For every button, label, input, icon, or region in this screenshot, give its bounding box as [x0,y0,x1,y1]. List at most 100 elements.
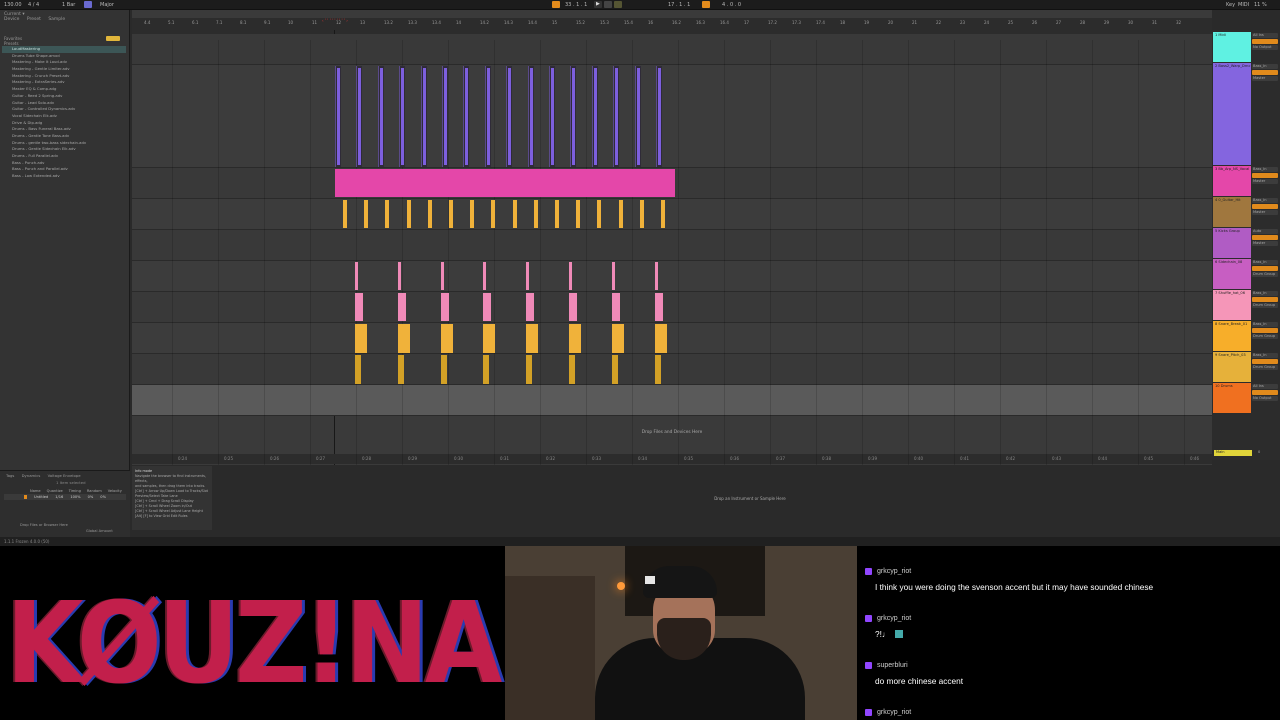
clip[interactable] [618,200,623,228]
clip[interactable] [483,355,490,384]
clip[interactable] [654,262,658,290]
track-activator-button[interactable] [1252,266,1278,271]
track-name[interactable]: 10 Drums [1215,384,1233,388]
arrangement-track-lane[interactable] [132,385,1212,416]
browser-item[interactable]: Mastering - Make It Loud.adv [2,59,126,66]
track-activator-button[interactable] [1252,328,1278,333]
browser-item[interactable]: Drums - Gentle Sidechain Elk.adv [2,146,126,153]
clip[interactable] [397,293,406,321]
chat-username[interactable]: superbluri [877,662,908,669]
clip[interactable] [597,200,602,228]
clip[interactable] [569,324,581,353]
midi-map-button[interactable]: MIDI [1238,2,1249,8]
input-type-selector[interactable]: Bass_In [1252,260,1278,265]
tab-voltage-envelope[interactable]: Voltage Envelope [48,473,81,478]
track-activator-button[interactable] [1252,297,1278,302]
chat-username[interactable]: grkcyp_riot [877,709,911,716]
clip[interactable] [440,293,449,321]
stop-button[interactable] [604,1,612,8]
track-name[interactable]: 4 0_Guitar_Hit [1215,198,1241,202]
arrangement-track-lane[interactable] [132,34,1212,65]
song-position[interactable]: 33 . 1 . 1 [565,2,587,8]
tab-tags[interactable]: Tags [6,473,14,478]
input-type-selector[interactable]: Bass_In [1252,64,1278,69]
track-header[interactable]: 7 Shuffle_hat_06 [1213,290,1251,320]
clip[interactable] [484,66,491,167]
clip[interactable] [533,200,538,228]
input-type-selector[interactable]: Bass_In [1252,198,1278,203]
clip[interactable] [654,355,661,384]
clip[interactable] [569,293,577,321]
clip[interactable] [555,200,559,228]
clip[interactable] [549,66,555,167]
output-type-selector[interactable]: Drum Group [1252,272,1278,277]
clip[interactable] [420,66,427,167]
clip[interactable] [397,355,404,384]
browser-item[interactable]: Drums Tube Shape.amxd [2,53,126,60]
arrangement-track-lane[interactable] [132,354,1212,385]
clip[interactable] [343,200,347,228]
groove-row-random[interactable]: 0% [88,495,94,499]
browser-item[interactable]: Drums - Full Parallel.adv [2,153,126,160]
clip[interactable] [483,324,496,353]
track-name[interactable]: 1 Midi [1215,33,1226,37]
master-volume[interactable]: 0 [1258,450,1260,454]
browser-item[interactable]: Vocal Sidechain Elk.adv [2,113,126,120]
clip[interactable] [440,262,444,290]
chat-username[interactable]: grkcyp_riot [877,615,911,622]
groove-row-quantize[interactable]: 1/16 [55,495,63,499]
clip[interactable] [611,355,618,384]
arrangement-track-lane[interactable] [132,230,1212,261]
input-type-selector[interactable]: All Ins [1252,384,1278,389]
vocal-chop-clip[interactable] [335,169,675,197]
clip[interactable] [442,66,448,167]
track-header[interactable]: 4 0_Guitar_Hit [1213,197,1251,227]
track-name[interactable]: 8 Snare_Break_01 [1215,322,1247,326]
track-header[interactable]: 3 Bb_Arp_NS_Vocal [1213,166,1251,196]
groove-row-velocity[interactable]: 0% [100,495,106,499]
clip[interactable] [506,66,513,167]
clip[interactable] [613,66,620,167]
output-type-selector[interactable]: Drum Group [1252,365,1278,370]
arrangement-record-button[interactable] [552,1,560,8]
tab-sample[interactable]: Sample [48,17,65,22]
groove-row-timing[interactable]: 100% [70,495,80,499]
clip[interactable] [463,66,470,167]
output-type-selector[interactable]: No Output [1252,396,1278,401]
clip[interactable] [385,200,390,228]
browser-item[interactable]: Bass - Punch.adv [2,160,126,167]
arrangement-track-lane[interactable] [132,199,1212,230]
track-name[interactable]: 9 Snare_Pitch_03 [1215,353,1246,357]
track-header[interactable]: 6 Sidechain_08 [1213,259,1251,289]
browser-item[interactable]: Guitar - Lead Solo.adv [2,100,126,107]
clip[interactable] [355,293,363,321]
clip[interactable] [397,324,410,353]
clip[interactable] [483,293,492,321]
browser-item[interactable]: Mastering - ExtraSeries.adv [2,79,126,86]
clip[interactable] [483,262,487,290]
clip[interactable] [335,66,341,167]
browser-item[interactable]: Guitar - Reed 2 Spring.adv [2,93,126,100]
arrangement-track-lane[interactable] [132,292,1212,323]
loop-length[interactable]: 4 . 0 . 0 [722,2,741,8]
clip[interactable] [470,200,475,228]
browser-item[interactable]: Drums - Bass Funeral Bass.adv [2,126,126,133]
track-activator-button[interactable] [1252,173,1278,178]
clip[interactable] [661,200,665,228]
browser-item[interactable]: Drums - Gentle Tone Bass.adv [2,133,126,140]
tab-dynamics[interactable]: Dynamics [22,473,41,478]
groove-row[interactable]: Untitled 1/16 100% 0% 0% [4,494,126,500]
browser-item[interactable]: Mastering - Gentle Limiter.adv [2,66,126,73]
browser-filter-badge[interactable] [106,36,120,41]
input-type-selector[interactable]: Bass_In [1252,353,1278,358]
track-activator-button[interactable] [1252,359,1278,364]
clip[interactable] [656,66,662,167]
browser-item[interactable]: Drive & Dip.adg [2,120,126,127]
track-header[interactable]: 2 Bass2_Warp_Drnc [1213,63,1251,165]
clip[interactable] [355,355,361,384]
track-activator-button[interactable] [1252,70,1278,75]
browser-item[interactable]: LoudMastering [2,46,126,53]
clip[interactable] [449,200,453,228]
output-type-selector[interactable]: Master [1252,241,1278,246]
loop-brace[interactable]: ‹ ' ' ' ' ' ' ' ' ' › [322,18,392,23]
